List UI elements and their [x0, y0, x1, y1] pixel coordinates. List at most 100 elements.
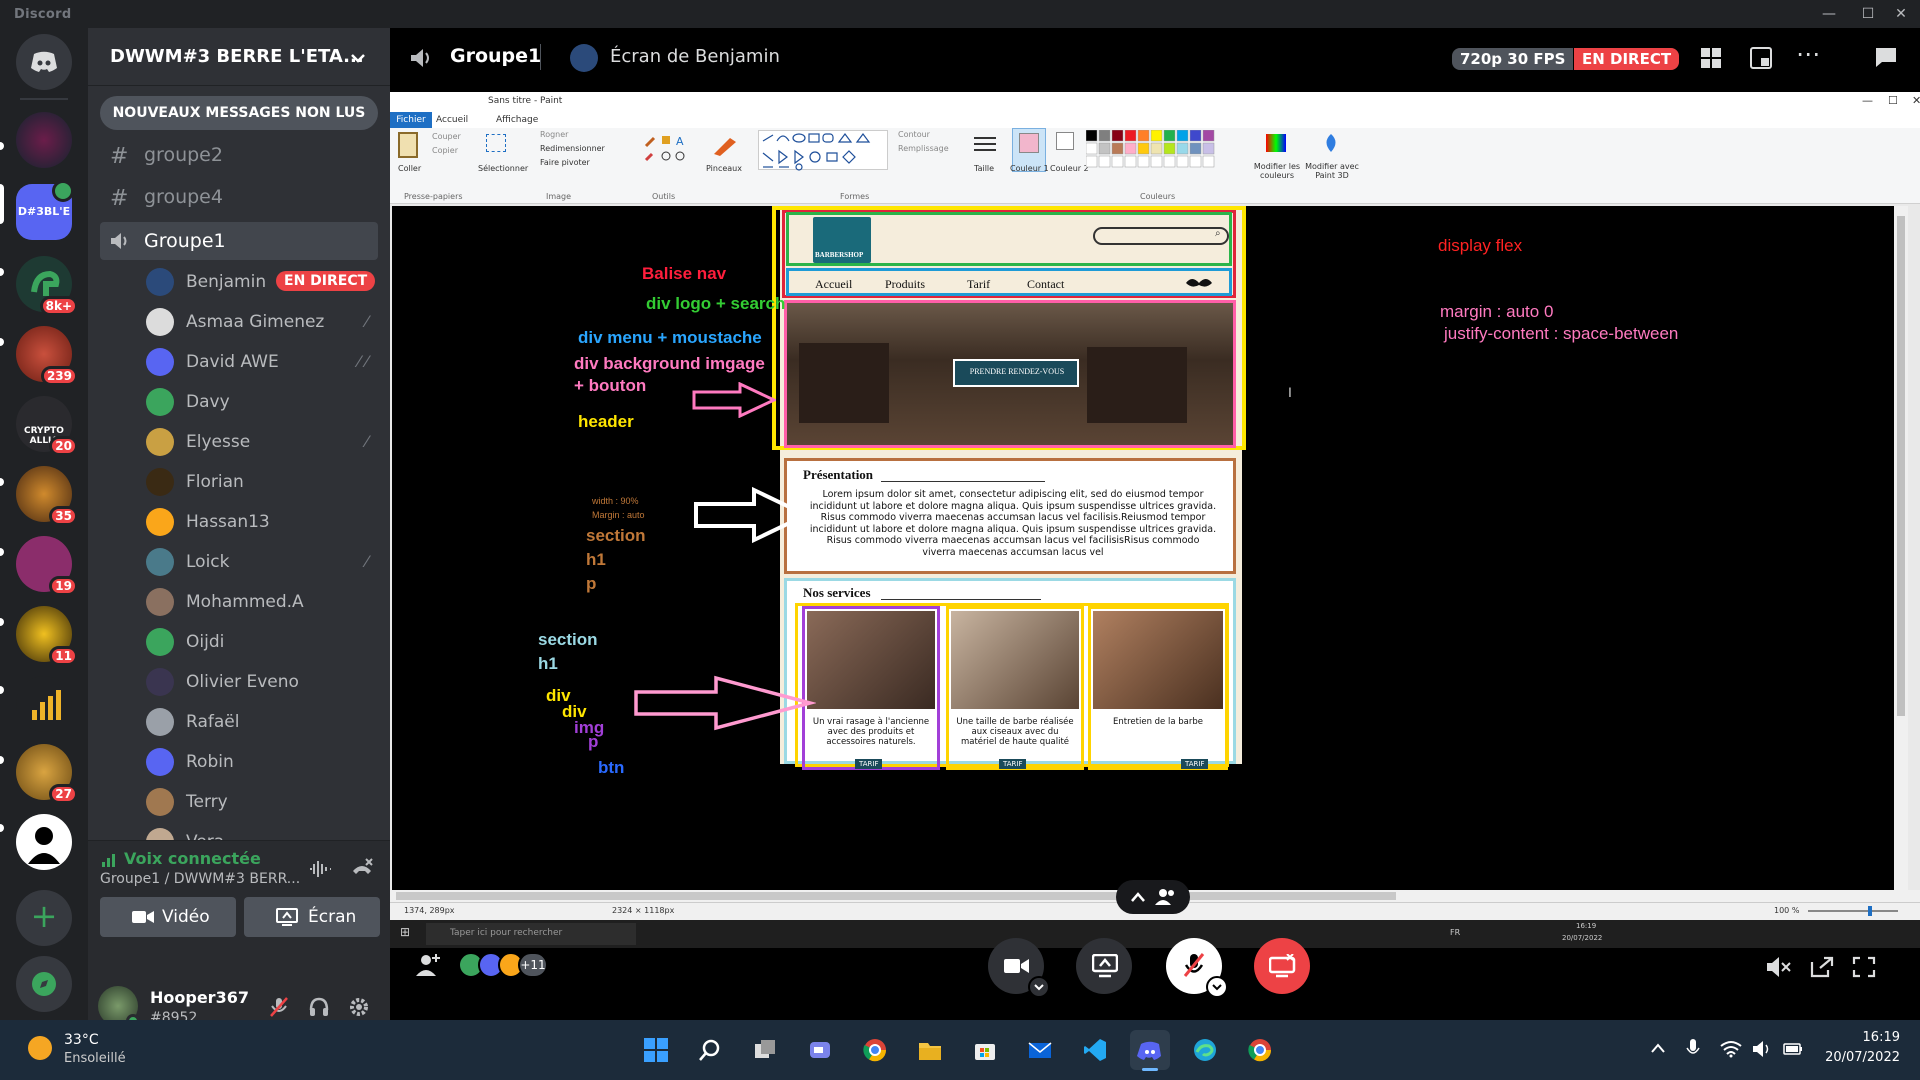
voice-user[interactable]: Benjamin EN DIRECT	[138, 263, 378, 301]
brush-icon[interactable]	[710, 132, 740, 158]
rotate-label[interactable]: Faire pivoter	[540, 158, 590, 167]
headphones-icon[interactable]	[308, 996, 330, 1018]
server-green[interactable]: 8k+	[16, 256, 78, 316]
crop-label[interactable]: Rogner	[540, 130, 568, 139]
taskbar-discord[interactable]	[1130, 1030, 1170, 1071]
stop-stream-button[interactable]	[1254, 938, 1310, 994]
guild-header[interactable]: DWWM#3 BERRE L'ETA...	[88, 28, 390, 86]
invite-icon[interactable]	[414, 952, 442, 978]
voice-user[interactable]: Loick ⁄	[138, 543, 378, 581]
channel-groupe4[interactable]: # groupe4	[100, 178, 378, 216]
fill-label[interactable]: Remplissage	[898, 144, 949, 153]
server-agent[interactable]	[16, 814, 72, 870]
maximize-button[interactable]: ☐	[1857, 4, 1879, 24]
mic-muted-icon[interactable]	[268, 996, 290, 1018]
paste-icon[interactable]	[398, 132, 418, 158]
share-screen-button[interactable]	[1076, 938, 1132, 994]
server-red[interactable]: 239	[16, 326, 78, 386]
grid-view-icon[interactable]	[1700, 47, 1722, 69]
home-button[interactable]	[16, 34, 72, 90]
popout-window-icon[interactable]	[1810, 956, 1834, 978]
copy-label[interactable]: Copier	[432, 146, 458, 155]
paint-close-icon[interactable]: ✕	[1912, 94, 1920, 107]
voice-channel-link[interactable]: Groupe1 / DWWM#3 BERR...	[100, 871, 300, 887]
select-icon[interactable]	[486, 134, 506, 152]
volume-icon[interactable]	[1752, 1040, 1772, 1058]
channel-groupe1[interactable]: Groupe1	[100, 222, 378, 260]
voice-user[interactable]: Florian	[138, 463, 378, 501]
voice-user[interactable]: Elyesse ⁄	[138, 423, 378, 461]
video-button[interactable]: Vidéo	[100, 897, 236, 937]
voice-user[interactable]: Terry	[138, 783, 378, 821]
fullscreen-icon[interactable]	[1852, 956, 1876, 978]
chat-icon[interactable]	[1874, 46, 1898, 68]
color2-swatch[interactable]	[1056, 132, 1074, 150]
taskbar-mail[interactable]	[1020, 1030, 1060, 1070]
server-pizza[interactable]	[16, 112, 72, 168]
server-lion[interactable]: 27	[16, 744, 78, 804]
mic-options-button[interactable]	[1206, 976, 1228, 998]
voice-user[interactable]: Oijdi	[138, 623, 378, 661]
resize-label[interactable]: Redimensionner	[540, 144, 605, 153]
tab-accueil[interactable]: Accueil	[436, 115, 468, 125]
taskbar-explorer[interactable]	[910, 1030, 950, 1070]
server-purple[interactable]: 19	[16, 536, 78, 596]
edit-colors-icon[interactable]	[1264, 132, 1288, 154]
close-button[interactable]: ✕	[1890, 4, 1912, 24]
tab-affichage[interactable]: Affichage	[496, 115, 538, 125]
volume-muted-icon[interactable]	[1766, 956, 1792, 978]
voice-user[interactable]: David AWE ⁄ ⁄	[138, 343, 378, 381]
server-em[interactable]: 11	[16, 606, 78, 666]
voice-user[interactable]: Mohammed.A	[138, 583, 378, 621]
taskbar-vscode[interactable]	[1075, 1030, 1115, 1070]
search-button[interactable]	[690, 1030, 730, 1070]
voice-user[interactable]: Asmaa Gimenez ⁄	[138, 303, 378, 341]
outline-label[interactable]: Contour	[898, 130, 930, 139]
voice-user[interactable]: Olivier Eveno	[138, 663, 378, 701]
more-participants[interactable]: +11	[518, 952, 548, 978]
more-options-icon[interactable]: ⋯	[1796, 40, 1820, 68]
screen-share-button[interactable]: Écran	[244, 897, 380, 937]
voice-user[interactable]: Vera	[138, 823, 378, 840]
new-messages-pill[interactable]: NOUVEAUX MESSAGES NON LUS	[100, 96, 378, 130]
wifi-icon[interactable]	[1720, 1040, 1742, 1058]
cut-label[interactable]: Couper	[432, 132, 461, 141]
color-palette[interactable]	[1086, 130, 1250, 172]
tools-icons[interactable]: A	[642, 134, 692, 164]
server-chart[interactable]	[16, 676, 72, 732]
voice-user[interactable]: Davy	[138, 383, 378, 421]
disconnect-icon[interactable]	[350, 857, 374, 879]
zoom-slider[interactable]	[1808, 906, 1898, 916]
taskbar-teams[interactable]	[800, 1030, 840, 1070]
size-icon[interactable]	[972, 134, 998, 156]
taskbar-store[interactable]	[965, 1030, 1005, 1070]
taskbar-chrome-2[interactable]	[1240, 1030, 1280, 1070]
scrollbar-thumb[interactable]	[1897, 216, 1905, 716]
popout-icon[interactable]	[1750, 47, 1772, 69]
paint-max-icon[interactable]: ☐	[1888, 94, 1898, 107]
scrollbar-thumb[interactable]	[396, 892, 1396, 900]
noise-suppression-icon[interactable]	[308, 859, 332, 879]
channel-groupe2[interactable]: # groupe2	[100, 136, 378, 174]
tab-fichier[interactable]: Fichier	[390, 112, 432, 128]
vertical-scrollbar[interactable]	[1894, 206, 1908, 890]
battery-icon[interactable]	[1782, 1040, 1804, 1058]
voice-user[interactable]: Rafaël	[138, 703, 378, 741]
minimize-button[interactable]: —	[1818, 4, 1840, 24]
chevron-up-icon[interactable]	[1650, 1042, 1666, 1054]
task-view-button[interactable]	[745, 1030, 785, 1070]
voice-user[interactable]: Hassan13	[138, 503, 378, 541]
paint3d-icon[interactable]	[1320, 132, 1342, 154]
paint-canvas[interactable]: BARBERSHOP ⌕ Accueil Produits Tarif Cont…	[392, 206, 1908, 890]
weather-temp[interactable]: 33°C	[64, 1032, 99, 1048]
add-server-button[interactable]: +	[16, 890, 72, 946]
zoom-slider-thumb[interactable]	[1868, 906, 1872, 916]
microphone-icon[interactable]	[1686, 1038, 1700, 1060]
start-button[interactable]	[636, 1030, 676, 1070]
participants-toggle[interactable]	[1116, 880, 1190, 914]
paint-min-icon[interactable]: —	[1862, 94, 1873, 107]
voice-user[interactable]: Robin	[138, 743, 378, 781]
server-crypto[interactable]: CRYPTO ALLIA 20	[16, 396, 78, 456]
taskbar-edge[interactable]	[1185, 1030, 1225, 1070]
clock-time[interactable]: 16:19	[1836, 1030, 1900, 1045]
